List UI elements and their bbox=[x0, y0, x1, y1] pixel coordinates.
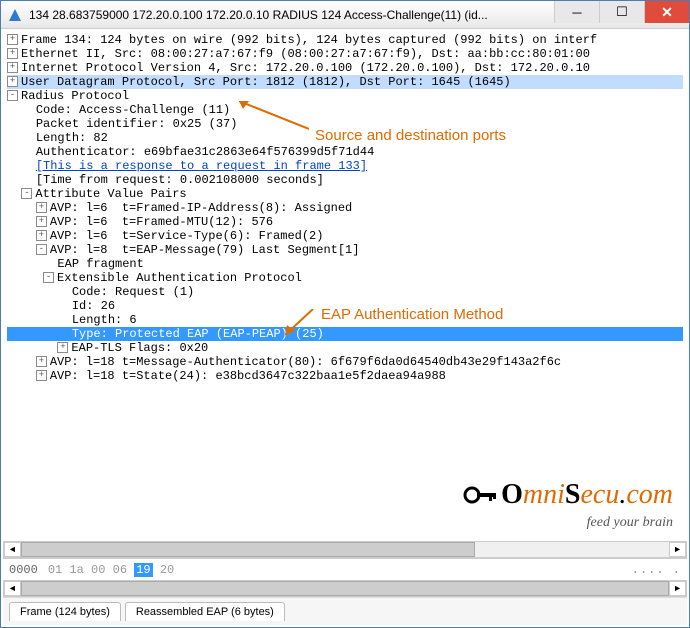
frame-line[interactable]: +Frame 134: 124 bytes on wire (992 bits)… bbox=[7, 33, 683, 47]
collapse-icon[interactable]: - bbox=[36, 244, 47, 255]
expand-icon[interactable]: + bbox=[36, 216, 47, 227]
eap-code[interactable]: Code: Request (1) bbox=[7, 285, 683, 299]
eap-tls-flags[interactable]: +EAP-TLS Flags: 0x20 bbox=[7, 341, 683, 355]
window-title: 134 28.683759000 172.20.0.100 172.20.0.1… bbox=[29, 8, 554, 22]
radius-line[interactable]: -Radius Protocol bbox=[7, 89, 683, 103]
annotation-arrow-ports bbox=[239, 101, 309, 131]
annotation-arrow-eap bbox=[285, 309, 315, 339]
udp-line[interactable]: +User Datagram Protocol, Src Port: 1812 … bbox=[7, 75, 683, 89]
eap-protocol[interactable]: -Extensible Authentication Protocol bbox=[7, 271, 683, 285]
watermark-tagline: feed your brain bbox=[463, 515, 673, 531]
radius-response-link[interactable]: [This is a response to a request in fram… bbox=[7, 159, 683, 173]
radius-code[interactable]: Code: Access-Challenge (11) bbox=[7, 103, 683, 117]
avp-msg-auth[interactable]: +AVP: l=18 t=Message-Authenticator(80): … bbox=[7, 355, 683, 369]
avp-framed-ip[interactable]: +AVP: l=6 t=Framed-IP-Address(8): Assign… bbox=[7, 201, 683, 215]
annotation-ports: Source and destination ports bbox=[315, 127, 506, 144]
scroll-track[interactable] bbox=[21, 542, 669, 557]
hex-hscroll[interactable]: ◄ ► bbox=[3, 580, 687, 597]
hex-pane[interactable]: 0000 01 1a 00 06 19 20 .... . bbox=[3, 558, 687, 580]
hex-selected-byte: 19 bbox=[134, 563, 152, 577]
tab-frame-bytes[interactable]: Frame (124 bytes) bbox=[9, 602, 121, 621]
packet-tree[interactable]: +Frame 134: 124 bytes on wire (992 bits)… bbox=[3, 29, 687, 383]
collapse-icon[interactable]: - bbox=[7, 90, 18, 101]
eap-type-selected[interactable]: Type: Protected EAP (EAP-PEAP) (25) bbox=[7, 327, 683, 341]
hex-bytes: 01 1a 00 06 19 20 bbox=[48, 563, 174, 577]
maximize-button[interactable]: ☐ bbox=[599, 1, 644, 23]
radius-auth[interactable]: Authenticator: e69bfae31c2863e64f576399d… bbox=[7, 145, 683, 159]
expand-icon[interactable]: + bbox=[7, 62, 18, 73]
scroll-track[interactable] bbox=[21, 581, 669, 596]
scroll-right-button[interactable]: ► bbox=[669, 542, 686, 557]
expand-icon[interactable]: + bbox=[7, 34, 18, 45]
collapse-icon[interactable]: - bbox=[43, 272, 54, 283]
ethernet-line[interactable]: +Ethernet II, Src: 08:00:27:a7:67:f9 (08… bbox=[7, 47, 683, 61]
collapse-icon[interactable]: - bbox=[21, 188, 32, 199]
scroll-left-button[interactable]: ◄ bbox=[4, 581, 21, 596]
annotation-eap-method: EAP Authentication Method bbox=[321, 306, 503, 323]
window-buttons: ─ ☐ ✕ bbox=[554, 1, 689, 28]
avp-service-type[interactable]: +AVP: l=6 t=Service-Type(6): Framed(2) bbox=[7, 229, 683, 243]
avp-header[interactable]: -Attribute Value Pairs bbox=[7, 187, 683, 201]
avp-state[interactable]: +AVP: l=18 t=State(24): e38bcd3647c322ba… bbox=[7, 369, 683, 383]
expand-icon[interactable]: + bbox=[36, 202, 47, 213]
expand-icon[interactable]: + bbox=[7, 48, 18, 59]
expand-icon[interactable]: + bbox=[36, 230, 47, 241]
eap-fragment[interactable]: EAP fragment bbox=[7, 257, 683, 271]
window-body: +Frame 134: 124 bytes on wire (992 bits)… bbox=[3, 29, 687, 625]
expand-icon[interactable]: + bbox=[7, 76, 18, 87]
avp-framed-mtu[interactable]: +AVP: l=6 t=Framed-MTU(12): 576 bbox=[7, 215, 683, 229]
scroll-right-button[interactable]: ► bbox=[669, 581, 686, 596]
radius-time[interactable]: [Time from request: 0.002108000 seconds] bbox=[7, 173, 683, 187]
expand-icon[interactable]: + bbox=[36, 370, 47, 381]
expand-icon[interactable]: + bbox=[57, 342, 68, 353]
minimize-button[interactable]: ─ bbox=[554, 1, 599, 23]
key-icon bbox=[463, 481, 497, 513]
tab-reassembled-eap[interactable]: Reassembled EAP (6 bytes) bbox=[125, 602, 285, 621]
scroll-left-button[interactable]: ◄ bbox=[4, 542, 21, 557]
tree-hscroll[interactable]: ◄ ► bbox=[3, 541, 687, 558]
hex-offset: 0000 bbox=[9, 563, 38, 577]
avp-eap-message[interactable]: -AVP: l=8 t=EAP-Message(79) Last Segment… bbox=[7, 243, 683, 257]
cross-ref-link[interactable]: [This is a response to a request in fram… bbox=[36, 159, 367, 173]
hex-ascii: .... . bbox=[632, 563, 681, 577]
packet-details-window: 134 28.683759000 172.20.0.100 172.20.0.1… bbox=[0, 0, 690, 628]
watermark-logo: OmniSecu.com feed your brain bbox=[463, 479, 673, 531]
titlebar: 134 28.683759000 172.20.0.100 172.20.0.1… bbox=[1, 1, 689, 29]
expand-icon[interactable]: + bbox=[36, 356, 47, 367]
ip-line[interactable]: +Internet Protocol Version 4, Src: 172.2… bbox=[7, 61, 683, 75]
scroll-thumb[interactable] bbox=[21, 542, 475, 557]
bottom-tabs: Frame (124 bytes) Reassembled EAP (6 byt… bbox=[3, 597, 687, 625]
scroll-thumb[interactable] bbox=[21, 581, 669, 596]
close-button[interactable]: ✕ bbox=[644, 1, 689, 23]
app-icon bbox=[7, 7, 23, 23]
